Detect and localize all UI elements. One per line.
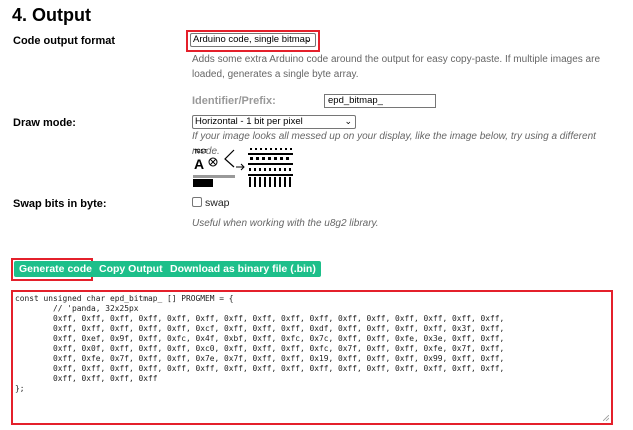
code-line: 0xff, 0xff, 0xff, 0xff, 0xff, 0xcf, 0xff… [15,324,505,333]
identifier-label: Identifier/Prefix: [192,95,276,107]
code-line: const unsigned char epd_bitmap_ [] PROGM… [15,294,234,303]
copy-output-button[interactable]: Copy Output [94,261,168,277]
code-line: 0xff, 0xff, 0xff, 0xff, 0xff, 0xff, 0xff… [15,364,505,373]
draw-mode-select[interactable]: Horizontal - 1 bit per pixel ⌄ [192,115,356,129]
illustration-letter: A [194,156,204,172]
section-title: 4. Output [12,5,91,25]
draw-mode-value: Horizontal - 1 bit per pixel [195,116,303,127]
draw-mode-illustration: TEST A [192,145,296,189]
swap-checkbox-label[interactable]: swap [205,197,230,209]
code-line: }; [15,384,25,393]
code-output-format-label: Code output format [13,35,116,47]
download-binary-button[interactable]: Download as binary file (.bin) [165,261,321,277]
code-line: 0xff, 0xfe, 0x7f, 0xff, 0xff, 0x7e, 0x7f… [15,354,505,363]
resize-handle-icon[interactable] [603,415,609,421]
generate-code-button[interactable]: Generate code [14,261,97,277]
identifier-input[interactable]: epd_bitmap_ [324,94,436,108]
code-line: 0xff, 0xef, 0x9f, 0xff, 0xfc, 0x4f, 0xbf… [15,334,505,343]
illustration-test-text: TEST [194,149,207,155]
code-output-format-select[interactable]: Arduino code, single bitmap ⌄ [190,33,316,47]
chevron-down-icon: ⌄ [344,116,352,126]
code-output-textarea[interactable]: const unsigned char epd_bitmap_ [] PROGM… [11,290,613,425]
code-output-text: const unsigned char epd_bitmap_ [] PROGM… [13,292,611,394]
code-line: 0xff, 0x0f, 0xff, 0xff, 0xff, 0xc0, 0xff… [15,344,505,353]
draw-mode-label: Draw mode: [13,117,76,129]
code-line: 0xff, 0xff, 0xff, 0xff, 0xff, 0xff, 0xff… [15,314,505,323]
code-output-format-value: Arduino code, single bitmap [193,34,311,45]
code-line: 0xff, 0xff, 0xff, 0xff [15,374,158,383]
swap-bits-label: Swap bits in byte: [13,198,107,210]
swap-bits-help: Useful when working with the u8g2 librar… [192,218,379,229]
code-line: // 'panda, 32x25px [15,304,139,313]
swap-checkbox[interactable] [192,197,202,207]
chevron-down-icon: ⌄ [304,34,312,44]
code-output-format-help: Adds some extra Arduino code around the … [192,54,601,80]
